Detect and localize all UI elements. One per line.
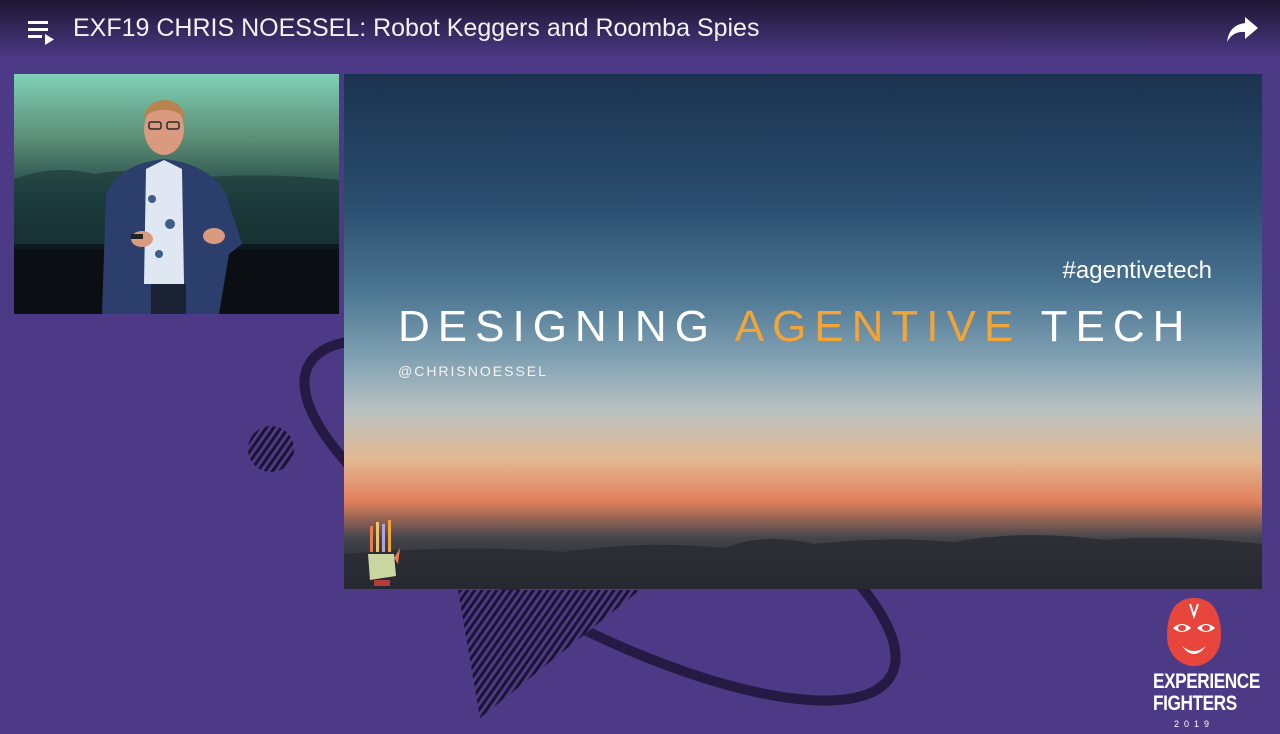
slide-hashtag: #agentivetech	[1062, 257, 1212, 284]
video-title[interactable]: EXF19 CHRIS NOESSEL: Robot Keggers and R…	[73, 14, 759, 43]
logo-year: 2019	[1173, 719, 1215, 729]
striped-circle-shape	[248, 426, 294, 472]
player-title-bar: EXF19 CHRIS NOESSEL: Robot Keggers and R…	[0, 0, 1280, 60]
robot-hand-icon	[368, 520, 400, 586]
speaker-figure	[14, 100, 339, 314]
slide-twitter-handle: @CHRISNOESSEL	[398, 363, 548, 379]
headline-accent-word: AGENTIVE	[734, 302, 1022, 351]
luchador-mask-icon	[1167, 598, 1221, 666]
presentation-slide: #agentivetech DESIGNING AGENTIVE TECH @C…	[344, 74, 1262, 589]
video-player[interactable]: #agentivetech DESIGNING AGENTIVE TECH @C…	[0, 0, 1280, 734]
headline-part-2: TECH	[1021, 302, 1193, 351]
experience-fighters-logo: EXPERIENCE FIGHTERS 2019	[1144, 596, 1260, 730]
logo-line-2: FIGHTERS	[1153, 692, 1237, 715]
headline-part-1: DESIGNING	[398, 302, 735, 351]
playlist-icon[interactable]	[26, 18, 56, 46]
share-icon[interactable]	[1225, 15, 1259, 45]
logo-line-1: EXPERIENCE	[1153, 670, 1260, 693]
striped-triangle-shape	[458, 590, 640, 718]
speaker-video	[14, 74, 339, 314]
slide-headline: DESIGNING AGENTIVE TECH	[398, 302, 1192, 352]
